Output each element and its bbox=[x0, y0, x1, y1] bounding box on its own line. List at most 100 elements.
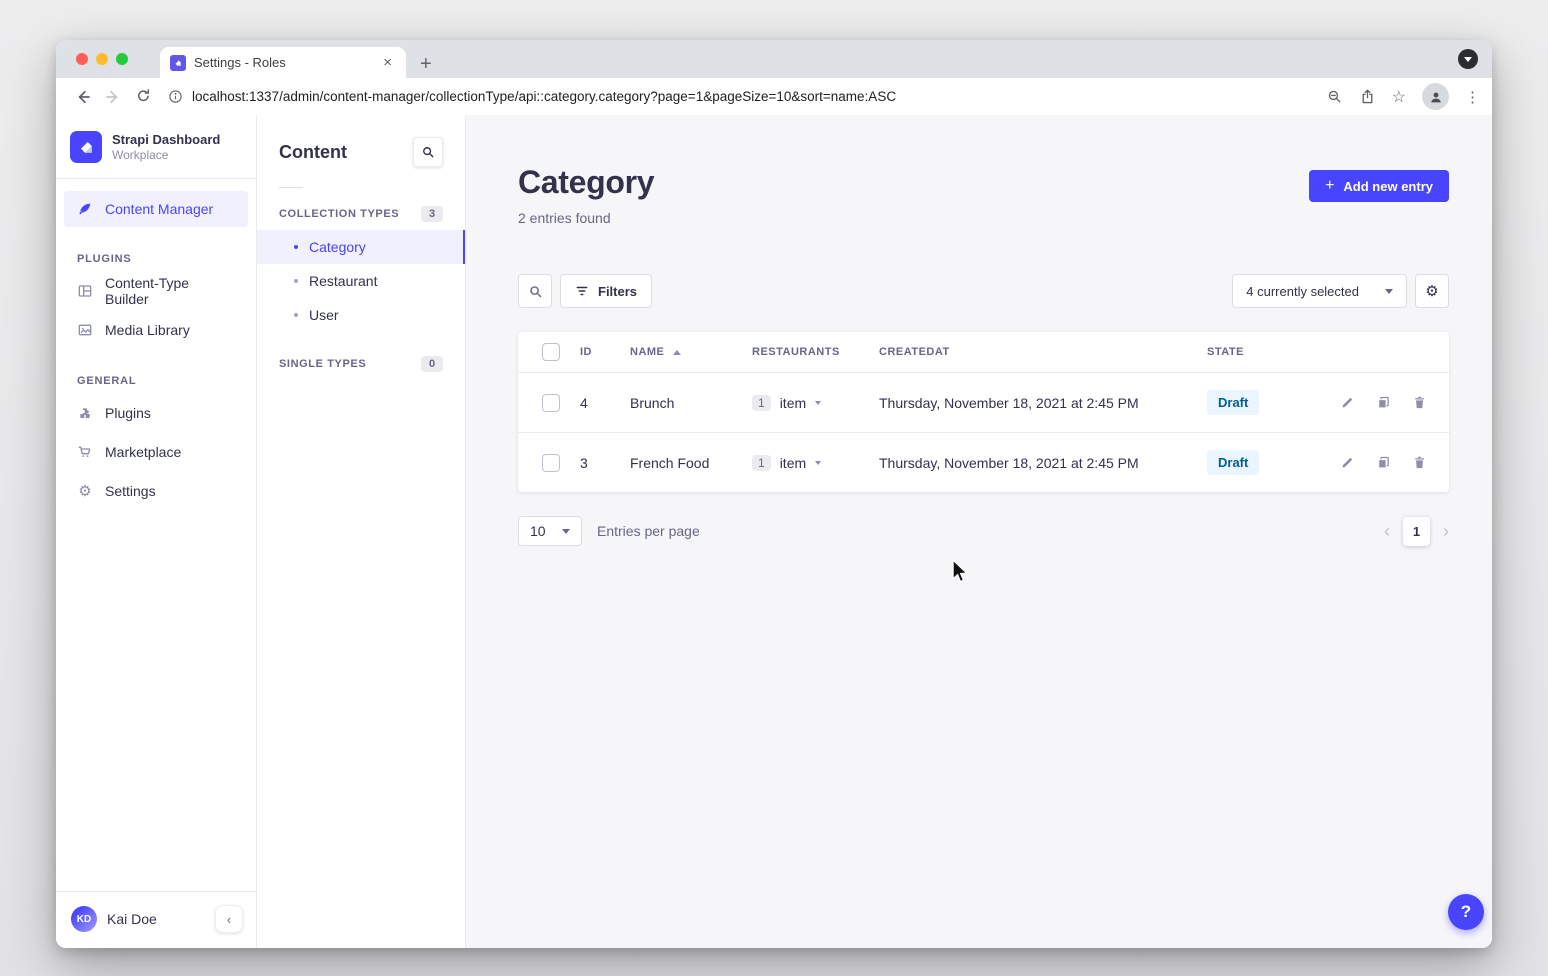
subnav-title: Content bbox=[279, 142, 347, 163]
user-name: Kai Doe bbox=[107, 911, 205, 927]
duplicate-icon[interactable] bbox=[1376, 395, 1391, 410]
page-size-select[interactable]: 10 bbox=[518, 516, 582, 546]
address-bar[interactable]: localhost:1337/admin/content-manager/col… bbox=[168, 89, 1310, 104]
sidebar-item-content-manager[interactable]: Content Manager bbox=[64, 191, 248, 227]
view-settings-button[interactable]: ⚙ bbox=[1415, 274, 1449, 308]
content-type-builder-icon bbox=[77, 283, 93, 299]
help-button[interactable]: ? bbox=[1448, 894, 1484, 930]
current-page-button[interactable]: 1 bbox=[1403, 517, 1430, 546]
row-checkbox[interactable] bbox=[542, 394, 560, 412]
table-header-row: ID NAME RESTAURANTS CREATEDAT STATE bbox=[518, 332, 1449, 372]
column-header-state[interactable]: STATE bbox=[1207, 346, 1322, 358]
row-checkbox[interactable] bbox=[542, 454, 560, 472]
close-window-button[interactable] bbox=[76, 53, 88, 65]
recording-indicator-icon[interactable] bbox=[1458, 49, 1478, 69]
window-controls bbox=[76, 53, 128, 65]
workspace-label: Workplace bbox=[112, 148, 220, 162]
edit-icon[interactable] bbox=[1340, 455, 1355, 470]
collapse-sidebar-button[interactable]: ‹ bbox=[215, 905, 243, 933]
bullet-icon bbox=[294, 279, 298, 283]
state-badge: Draft bbox=[1207, 390, 1259, 415]
pagination: ‹ 1 › bbox=[1384, 517, 1449, 546]
general-section-header: GENERAL bbox=[77, 375, 256, 387]
search-icon bbox=[421, 145, 435, 159]
select-all-checkbox[interactable] bbox=[542, 343, 560, 361]
subnav-item-label: User bbox=[309, 307, 339, 323]
content-manager-icon bbox=[77, 201, 93, 217]
workspace-header: Strapi Dashboard Workplace bbox=[56, 115, 256, 178]
single-types-header: SINGLE TYPES bbox=[279, 358, 366, 370]
browser-toolbar: localhost:1337/admin/content-manager/col… bbox=[56, 78, 1492, 115]
search-icon bbox=[528, 284, 543, 299]
sidebar-item-plugins[interactable]: Plugins bbox=[56, 393, 256, 432]
fields-selected-dropdown[interactable]: 4 currently selected bbox=[1232, 274, 1407, 308]
add-new-entry-button[interactable]: + Add new entry bbox=[1309, 170, 1449, 202]
delete-icon[interactable] bbox=[1412, 455, 1427, 470]
subnav-item-restaurant[interactable]: Restaurant bbox=[257, 264, 465, 298]
column-header-createdat[interactable]: CREATEDAT bbox=[879, 346, 1207, 358]
column-header-id[interactable]: ID bbox=[580, 346, 630, 358]
single-types-count-badge: 0 bbox=[421, 356, 443, 372]
sidebar-item-label: Plugins bbox=[105, 405, 151, 421]
plus-icon: + bbox=[1325, 178, 1334, 194]
zoom-icon[interactable] bbox=[1326, 88, 1343, 105]
new-tab-button[interactable]: + bbox=[420, 54, 432, 74]
reload-button[interactable] bbox=[128, 82, 158, 112]
sidebar-item-marketplace[interactable]: Marketplace bbox=[56, 432, 256, 471]
subnav-item-category[interactable]: Category bbox=[257, 230, 465, 264]
delete-icon[interactable] bbox=[1412, 395, 1427, 410]
strapi-app: Strapi Dashboard Workplace Content Manag… bbox=[56, 115, 1492, 948]
subnav-divider bbox=[279, 187, 303, 188]
entries-per-page-label: Entries per page bbox=[597, 523, 700, 539]
user-avatar: KD bbox=[71, 906, 97, 932]
site-info-icon bbox=[168, 89, 183, 104]
sidebar-item-media-library[interactable]: Media Library bbox=[56, 310, 256, 349]
sort-ascending-icon bbox=[673, 350, 681, 355]
gear-icon: ⚙ bbox=[1425, 282, 1438, 300]
subnav-item-label: Category bbox=[309, 239, 366, 255]
page-size-value: 10 bbox=[530, 523, 546, 539]
sidebar-item-label: Marketplace bbox=[105, 444, 181, 460]
tab-close-icon[interactable]: × bbox=[379, 53, 396, 72]
minimize-window-button[interactable] bbox=[96, 53, 108, 65]
chevron-down-icon bbox=[815, 461, 821, 465]
sidebar-item-label: Settings bbox=[105, 483, 156, 499]
table-search-button[interactable] bbox=[518, 274, 552, 308]
table-row[interactable]: 3 French Food 1 item Thursday, November … bbox=[518, 432, 1449, 492]
subnav-search-button[interactable] bbox=[413, 137, 443, 167]
bullet-icon bbox=[294, 245, 298, 249]
share-icon[interactable] bbox=[1359, 88, 1376, 105]
forward-button[interactable] bbox=[98, 82, 128, 112]
add-new-entry-label: Add new entry bbox=[1343, 179, 1433, 194]
cell-restaurants-dropdown[interactable]: 1 item bbox=[752, 395, 879, 411]
cell-name: French Food bbox=[630, 455, 752, 471]
cart-icon bbox=[77, 444, 93, 460]
strapi-favicon-icon bbox=[170, 55, 186, 71]
subnav-item-user[interactable]: User bbox=[257, 298, 465, 332]
toolbar-actions: ☆ ⋮ bbox=[1326, 83, 1480, 110]
fullscreen-window-button[interactable] bbox=[116, 53, 128, 65]
column-header-name[interactable]: NAME bbox=[630, 346, 752, 358]
browser-profile-avatar[interactable] bbox=[1422, 83, 1449, 110]
subnav-item-label: Restaurant bbox=[309, 273, 377, 289]
sidebar-item-settings[interactable]: ⚙ Settings bbox=[56, 471, 256, 510]
cell-id: 4 bbox=[580, 395, 630, 411]
next-page-button[interactable]: › bbox=[1443, 522, 1449, 540]
chevron-down-icon bbox=[562, 529, 570, 534]
edit-icon[interactable] bbox=[1340, 395, 1355, 410]
browser-tab[interactable]: Settings - Roles × bbox=[160, 47, 406, 78]
column-header-restaurants[interactable]: RESTAURANTS bbox=[752, 346, 879, 358]
chevron-down-icon bbox=[1385, 289, 1393, 294]
previous-page-button[interactable]: ‹ bbox=[1384, 522, 1390, 540]
browser-menu-icon[interactable]: ⋮ bbox=[1465, 88, 1480, 106]
cell-id: 3 bbox=[580, 455, 630, 471]
duplicate-icon[interactable] bbox=[1376, 455, 1391, 470]
bookmark-star-icon[interactable]: ☆ bbox=[1392, 87, 1406, 107]
cell-restaurants-dropdown[interactable]: 1 item bbox=[752, 455, 879, 471]
table-row[interactable]: 4 Brunch 1 item Thursday, November 18, 2… bbox=[518, 372, 1449, 432]
main-content: Category 2 entries found + Add new entry… bbox=[466, 115, 1492, 948]
sidebar-item-content-type-builder[interactable]: Content-Type Builder bbox=[56, 271, 256, 310]
filters-button[interactable]: Filters bbox=[560, 274, 652, 308]
user-footer: KD Kai Doe ‹ bbox=[56, 891, 256, 948]
back-button[interactable] bbox=[68, 82, 98, 112]
